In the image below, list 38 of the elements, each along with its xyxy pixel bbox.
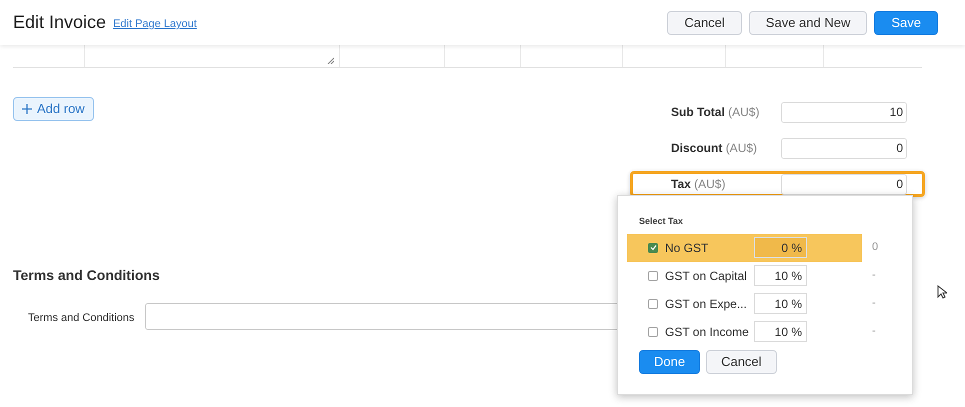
tax-option[interactable]: GST on Expe... 10 % — [627, 290, 862, 318]
checkbox[interactable] — [648, 298, 658, 308]
resize-handle-icon — [326, 57, 334, 64]
tax-name: No GST — [665, 240, 710, 256]
total-label: Discount (AU$) — [671, 141, 758, 155]
rate-field[interactable]: 10 % — [754, 321, 807, 342]
tax-amount: 0 — [872, 240, 878, 256]
secondary-button[interactable]: Cancel — [706, 350, 777, 374]
secondary-button[interactable]: Cancel — [667, 10, 742, 34]
tax-name: GST on Expe... — [665, 296, 745, 312]
tax-option[interactable]: GST on Income 10 % — [627, 318, 862, 346]
total-label: Sub Total (AU$) — [671, 105, 760, 119]
secondary-button[interactable]: Save and New — [748, 10, 868, 34]
edit-layout-link[interactable]: Edit Page Layout — [113, 16, 197, 33]
tax-option[interactable]: GST on Capital 10 % — [627, 262, 862, 290]
page-title: Edit Invoice — [13, 11, 106, 34]
field-label: Terms and Conditions — [28, 312, 134, 324]
tax-amount: - — [872, 296, 876, 312]
amount-field[interactable]: 0 — [781, 138, 907, 158]
section-heading: Terms and Conditions — [13, 266, 160, 285]
popup-heading: Select Tax — [638, 215, 684, 228]
add-row-button[interactable]: Add row — [13, 97, 94, 121]
tax-amount: - — [872, 324, 876, 340]
checkbox[interactable] — [648, 242, 658, 252]
tax-name: GST on Capital — [665, 268, 745, 284]
checkbox[interactable] — [648, 326, 658, 336]
tax-option[interactable]: No GST 0 % — [627, 234, 862, 262]
tax-amount: - — [872, 268, 876, 284]
plus-icon — [22, 104, 32, 114]
amount-field[interactable]: 0 — [781, 174, 907, 194]
rate-field[interactable]: 10 % — [754, 293, 807, 314]
rate-field[interactable]: 10 % — [754, 265, 807, 286]
check-icon — [650, 244, 656, 251]
total-label: Tax (AU$) — [671, 177, 726, 191]
checkbox[interactable] — [648, 270, 658, 280]
mouse-pointer-icon — [937, 285, 947, 299]
rate-field[interactable]: 0 % — [754, 237, 807, 258]
amount-field[interactable]: 10 — [781, 102, 907, 122]
